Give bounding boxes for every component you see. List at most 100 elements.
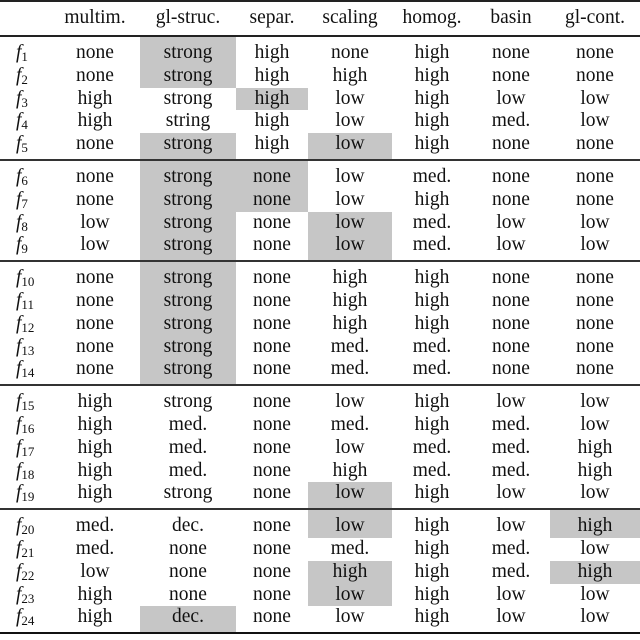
cell-multimodality: none <box>76 42 114 63</box>
cell-global-structure: strong <box>163 482 213 504</box>
cell-global-contrast: low <box>580 413 610 435</box>
cell-global-contrast: none <box>576 312 614 334</box>
cell-separability: none <box>253 335 291 357</box>
cell-homogeneity: high <box>414 110 450 132</box>
function-label: f24 <box>0 606 50 633</box>
cell-homogeneity: med. <box>412 436 452 458</box>
cell-global-contrast: low <box>580 234 610 256</box>
cell-scaling-highlighted: low <box>308 133 392 160</box>
function-index: 13 <box>21 342 35 358</box>
function-index: 3 <box>21 94 28 110</box>
cell-basin: none <box>492 335 530 357</box>
function-group: f10 none strong none high high none none f11 none… <box>0 261 640 386</box>
cell-multimodality: none <box>76 312 114 334</box>
cell-homogeneity: med. <box>412 459 452 481</box>
table-row: f12 none strong none high high none none <box>0 312 640 336</box>
cell-homogeneity: high <box>414 391 450 413</box>
column-header-basin: basin <box>490 7 532 29</box>
cell-basin: low <box>496 515 526 537</box>
cell-separability: none <box>253 436 291 458</box>
table-row: f2 none strong high high high none none <box>0 64 640 88</box>
cell-global-structure-highlighted: strong <box>140 211 236 235</box>
cell-basin: low <box>496 482 526 504</box>
cell-scaling: low <box>335 188 365 210</box>
cell-scaling: high <box>332 64 368 86</box>
function-label: f23 <box>0 584 50 607</box>
cell-basin: low <box>496 583 526 605</box>
cell-global-contrast: none <box>576 289 614 311</box>
cell-separability: none <box>253 358 291 380</box>
function-label: f14 <box>0 358 50 385</box>
cell-separability-highlighted: none <box>236 188 308 212</box>
cell-scaling: high <box>332 267 368 289</box>
cell-scaling: med. <box>330 358 370 380</box>
table-row: f3 high strong high low high low low <box>0 87 640 111</box>
cell-basin: low <box>496 211 526 233</box>
cell-basin: none <box>492 188 530 210</box>
function-label: f3 <box>0 88 50 111</box>
function-index: 18 <box>21 466 35 482</box>
cell-global-structure-highlighted: strong <box>140 188 236 212</box>
cell-scaling: low <box>335 87 365 109</box>
cell-global-contrast: high <box>577 459 613 481</box>
cell-global-contrast: low <box>580 391 610 413</box>
cell-global-contrast: none <box>576 358 614 380</box>
cell-separability: none <box>253 413 291 435</box>
function-label: f1 <box>0 36 50 65</box>
function-index: 10 <box>21 274 35 290</box>
cell-multimodality: low <box>80 211 110 233</box>
table-row: f13 none strong none med. med. none none <box>0 335 640 359</box>
column-header-separability: separ. <box>249 7 295 29</box>
function-label: f6 <box>0 160 50 189</box>
cell-global-structure: none <box>169 583 207 605</box>
cell-separability: none <box>253 312 291 334</box>
cell-homogeneity: med. <box>412 165 452 187</box>
cell-global-contrast: none <box>576 267 614 289</box>
cell-separability: none <box>253 211 291 233</box>
cell-scaling: med. <box>330 335 370 357</box>
cell-global-contrast: low <box>580 606 610 628</box>
function-index: 23 <box>21 590 35 606</box>
cell-global-structure: med. <box>168 413 208 435</box>
function-label: f11 <box>0 290 50 313</box>
cell-global-structure-highlighted: strong <box>140 64 236 88</box>
function-label: f21 <box>0 538 50 561</box>
cell-scaling: low <box>335 391 365 413</box>
cell-separability: high <box>254 64 290 86</box>
cell-scaling-highlighted: low <box>308 583 392 607</box>
cell-separability: high <box>254 42 290 63</box>
cell-homogeneity: med. <box>412 358 452 380</box>
table-row: f11 none strong none high high none none <box>0 289 640 313</box>
cell-basin: none <box>492 133 530 155</box>
cell-scaling-highlighted: high <box>308 560 392 584</box>
function-index: 12 <box>21 319 35 335</box>
table-row: f9 low strong none low med. low low <box>0 234 640 262</box>
cell-global-contrast: low <box>580 211 610 233</box>
cell-global-structure-highlighted: strong <box>140 133 236 160</box>
cell-separability: none <box>253 482 291 504</box>
function-label: f2 <box>0 65 50 88</box>
table-header: multim. gl-struc. separ. scaling homog. … <box>0 1 640 36</box>
table-row: f1 none strong high none high none none <box>0 36 640 65</box>
cell-global-structure-highlighted: strong <box>140 289 236 313</box>
function-index: 11 <box>21 296 34 312</box>
cell-homogeneity: med. <box>412 211 452 233</box>
cell-global-structure: strong <box>163 391 213 413</box>
cell-separability-highlighted: none <box>236 159 308 189</box>
cell-global-structure-highlighted: strong <box>140 335 236 359</box>
cell-multimodality: high <box>77 459 113 481</box>
function-index: 7 <box>21 195 28 211</box>
cell-multimodality: high <box>77 583 113 605</box>
cell-multimodality: none <box>76 64 114 86</box>
cell-basin: low <box>496 234 526 256</box>
function-index: 24 <box>21 613 35 629</box>
cell-scaling: high <box>332 459 368 481</box>
cell-global-structure-highlighted: strong <box>140 312 236 336</box>
function-index: 4 <box>21 117 28 133</box>
cell-global-contrast: none <box>576 165 614 187</box>
cell-homogeneity: high <box>414 188 450 210</box>
cell-basin: med. <box>491 110 531 132</box>
table-row: f19 high strong none low high low low <box>0 482 640 510</box>
table-row: f6 none strong none low med. none none <box>0 159 640 189</box>
function-index: 21 <box>21 544 35 560</box>
